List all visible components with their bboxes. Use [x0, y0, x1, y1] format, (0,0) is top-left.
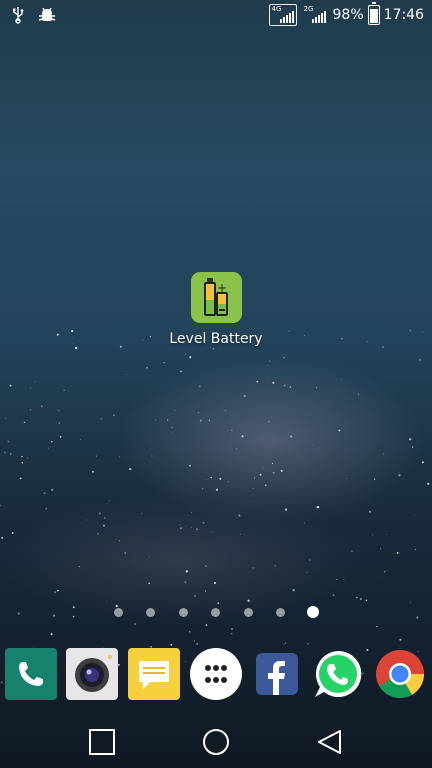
chrome-app[interactable]: [374, 648, 426, 700]
app-level-battery[interactable]: + Level Battery: [166, 272, 266, 347]
camera-app[interactable]: [66, 648, 118, 700]
status-bar: 4G 2G 98% 17:46: [0, 0, 432, 32]
clock: 17:46: [383, 7, 424, 23]
circle-icon: [203, 729, 229, 755]
facebook-app[interactable]: [256, 653, 298, 695]
signal-2g-icon: 2G: [301, 4, 329, 26]
back-triangle-icon: [318, 730, 341, 754]
page-dot[interactable]: [276, 608, 285, 617]
page-dot-active[interactable]: [307, 606, 319, 618]
battery-percent: 98%: [332, 7, 364, 23]
facebook-icon: [268, 661, 285, 695]
back-button[interactable]: [314, 726, 346, 758]
usb-icon: [12, 6, 24, 28]
svg-text:+: +: [216, 281, 226, 295]
navigation-bar: [0, 712, 432, 768]
android-debug-icon: [38, 6, 56, 28]
app-label: Level Battery: [169, 331, 263, 347]
signal-4g-icon: 4G: [268, 4, 297, 26]
app-drawer-button[interactable]: [190, 648, 242, 700]
home-button[interactable]: [200, 726, 232, 758]
phone-app[interactable]: [5, 648, 57, 700]
page-dot[interactable]: [211, 608, 220, 617]
chrome-icon: [376, 650, 424, 699]
whatsapp-icon: [315, 650, 362, 697]
page-dot[interactable]: [146, 608, 155, 617]
camera-icon: [75, 655, 112, 692]
page-indicator: [0, 606, 432, 620]
dock: [0, 648, 432, 700]
messaging-app[interactable]: [128, 648, 180, 700]
phone-icon: [19, 662, 43, 686]
page-dot[interactable]: [179, 608, 188, 617]
battery-app-icon: +: [190, 272, 242, 323]
page-dot[interactable]: [114, 608, 123, 617]
apps-grid-icon: [205, 665, 227, 683]
square-icon: [89, 729, 115, 755]
whatsapp-app[interactable]: [312, 648, 364, 700]
message-icon: [139, 661, 169, 689]
recents-button[interactable]: [86, 726, 118, 758]
battery-icon: [367, 2, 380, 25]
page-dot[interactable]: [244, 608, 253, 617]
